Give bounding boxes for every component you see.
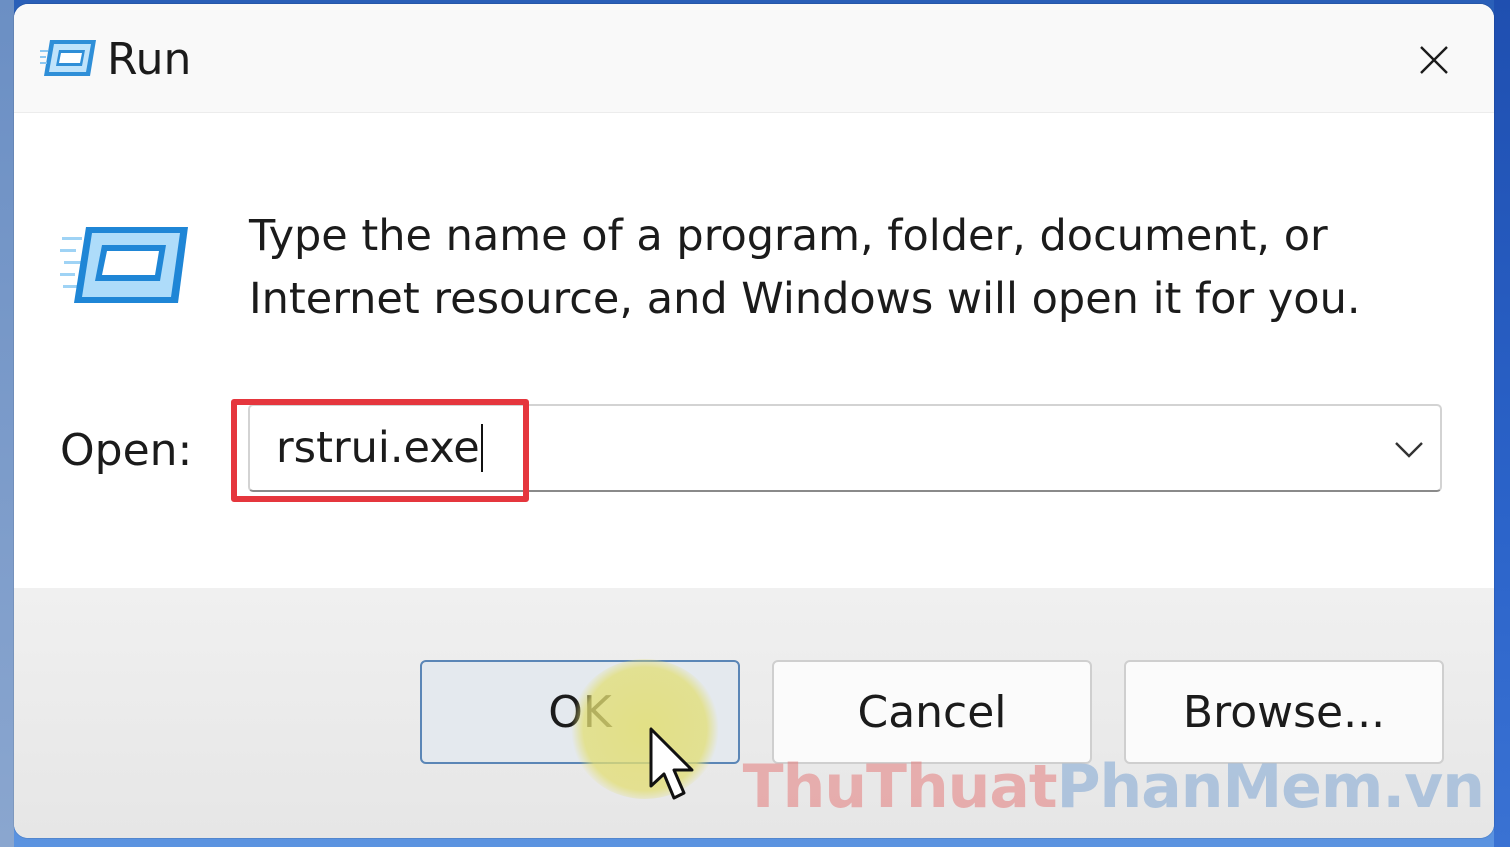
description-text: Type the name of a program, folder, docu… (249, 205, 1449, 331)
run-icon (40, 40, 96, 76)
desktop-background-left (0, 0, 14, 847)
cancel-button[interactable]: Cancel (772, 660, 1092, 764)
mouse-cursor-icon (649, 727, 694, 800)
watermark-part-1: ThuThuat (742, 752, 1058, 822)
browse-button[interactable]: Browse... (1124, 660, 1444, 764)
title-bar: Run (14, 4, 1494, 113)
open-label: Open: (60, 425, 193, 476)
run-icon (60, 227, 188, 303)
run-dialog: Run Type the name of a program, folder, … (14, 4, 1494, 838)
close-icon (1420, 46, 1448, 74)
watermark-part-3: .vn (1382, 752, 1485, 822)
window-title: Run (107, 34, 192, 85)
desktop-background-right (1494, 0, 1510, 847)
watermark: ThuThuatPhanMem.vn (742, 752, 1485, 822)
chevron-down-icon[interactable] (1392, 434, 1426, 464)
watermark-part-2: PhanMem (1056, 752, 1384, 822)
description-line-1: Type the name of a program, folder, docu… (249, 211, 1328, 261)
close-button[interactable] (1408, 34, 1460, 86)
highlight-annotation (231, 399, 529, 502)
description-line-2: Internet resource, and Windows will open… (249, 274, 1361, 324)
dialog-content: Type the name of a program, folder, docu… (14, 113, 1494, 588)
